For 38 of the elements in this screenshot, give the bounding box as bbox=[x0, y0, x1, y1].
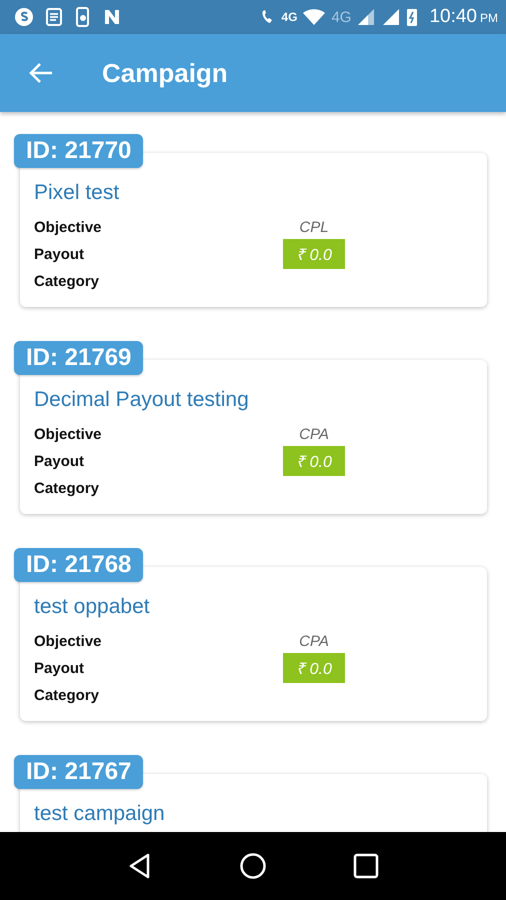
field-label: Category bbox=[34, 686, 100, 704]
field-label: Objective bbox=[34, 632, 103, 650]
campaign-id-badge: ID: 21768 bbox=[14, 548, 144, 582]
field-value: CPA bbox=[299, 632, 329, 650]
signal-icon bbox=[356, 7, 376, 27]
network-label: 4G bbox=[331, 8, 352, 26]
recents-icon[interactable] bbox=[353, 853, 379, 879]
skype-icon bbox=[14, 7, 34, 27]
field-value: CPL bbox=[299, 218, 329, 236]
field-label: Objective bbox=[34, 426, 103, 442]
campaign-title: Pixel test bbox=[34, 181, 120, 205]
back-arrow-icon[interactable] bbox=[28, 62, 54, 84]
battery-icon bbox=[406, 7, 418, 27]
field-label: Category bbox=[34, 480, 100, 496]
payout-amount: ₹ 0.0 bbox=[283, 446, 345, 476]
campaign-title: test campaign bbox=[34, 802, 166, 826]
wifi-icon bbox=[302, 8, 326, 26]
field-label: Category bbox=[34, 272, 100, 290]
field-label: Payout bbox=[34, 660, 86, 676]
field-label: Payout bbox=[34, 246, 86, 262]
screen-title: Campaign bbox=[102, 58, 228, 88]
field-label: Objective bbox=[34, 218, 103, 236]
clock: 10:40 PM bbox=[429, 6, 498, 28]
signal-icon bbox=[381, 7, 402, 27]
campaign-id-badge: ID: 21767 bbox=[14, 755, 144, 789]
campaign-id-badge: ID: 21769 bbox=[14, 341, 144, 375]
payout-amount: ₹ 0.0 bbox=[283, 653, 345, 683]
home-icon[interactable] bbox=[239, 852, 267, 880]
n-logo-icon bbox=[102, 7, 122, 27]
news-icon bbox=[44, 7, 64, 27]
payout-amount: ₹ 0.0 bbox=[283, 239, 345, 269]
network-label: 4G bbox=[281, 10, 298, 24]
field-value: CPA bbox=[299, 426, 329, 442]
campaign-title: Decimal Payout testing bbox=[34, 388, 250, 412]
phone-icon bbox=[74, 7, 92, 27]
campaign-title: test oppabet bbox=[34, 595, 151, 619]
campaign-id-badge: ID: 21770 bbox=[14, 134, 144, 168]
field-label: Payout bbox=[34, 452, 86, 470]
